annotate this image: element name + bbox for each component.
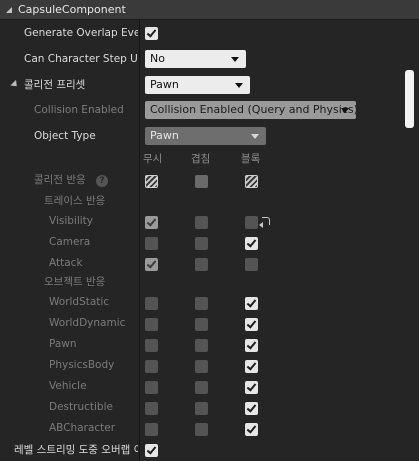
- response-block-all-checkbox[interactable]: [245, 175, 258, 188]
- can-step-up-label: Can Character Step Up: [24, 53, 138, 65]
- object-ignore-checkbox[interactable]: [145, 402, 158, 415]
- object-row: PhysicsBody: [0, 355, 400, 376]
- trace-row: Camera: [0, 232, 400, 253]
- object-ignore-checkbox[interactable]: [145, 381, 158, 394]
- object-row-label: Destructible: [49, 401, 113, 413]
- trace-row: Attack: [0, 253, 400, 274]
- object-row-label: PhysicsBody: [49, 359, 115, 371]
- column-header-overlap: 겹침: [191, 153, 211, 165]
- collision-preset-value: Pawn: [150, 78, 179, 91]
- generate-overlap-checkbox[interactable]: [145, 27, 158, 40]
- trace-response-header: 트레이스 반응: [44, 195, 106, 207]
- row-object-header: 오브젝트 반응: [0, 272, 400, 293]
- can-step-up-value: No: [150, 52, 165, 65]
- trace-block-checkbox[interactable]: [245, 216, 258, 229]
- collision-enabled-label: Collision Enabled: [34, 104, 124, 116]
- row-collision-preset: 콜리전 프리셋 Pawn: [0, 75, 400, 96]
- object-type-label: Object Type: [34, 130, 96, 142]
- collision-enabled-value: Collision Enabled (Query and Physics): [150, 103, 356, 116]
- object-block-checkbox[interactable]: [245, 402, 258, 415]
- section-header[interactable]: CapsuleComponent: [0, 0, 419, 20]
- trace-block-checkbox[interactable]: [245, 237, 258, 250]
- trace-overlap-checkbox[interactable]: [195, 237, 208, 250]
- collision-enabled-dropdown[interactable]: Collision Enabled (Query and Physics): [145, 101, 356, 119]
- object-overlap-checkbox[interactable]: [195, 381, 208, 394]
- object-block-checkbox[interactable]: [245, 423, 258, 436]
- object-type-dropdown[interactable]: Pawn: [145, 127, 266, 145]
- trace-row-label: Attack: [49, 257, 83, 269]
- object-row: WorldDynamic: [0, 313, 400, 334]
- can-step-up-dropdown[interactable]: No: [145, 50, 246, 68]
- object-ignore-checkbox[interactable]: [145, 423, 158, 436]
- object-type-value: Pawn: [150, 129, 179, 142]
- row-generate-overlap: Generate Overlap Event: [0, 23, 400, 44]
- object-response-header: 오브젝트 반응: [44, 276, 106, 288]
- row-level-streaming: 레벨 스트리밍 도중 오버랩 이벤트 생성: [0, 440, 400, 461]
- chevron-down-icon: [251, 134, 259, 139]
- row-collision-response: 콜리전 반응 ?: [0, 170, 400, 191]
- help-icon[interactable]: ?: [96, 175, 108, 187]
- trace-overlap-checkbox[interactable]: [195, 216, 208, 229]
- object-overlap-checkbox[interactable]: [195, 402, 208, 415]
- chevron-down-icon: [235, 83, 243, 88]
- row-can-step-up: Can Character Step Up No: [0, 49, 400, 70]
- trace-row-label: Visibility: [49, 215, 94, 227]
- object-row-label: Vehicle: [49, 380, 87, 392]
- object-ignore-checkbox[interactable]: [145, 297, 158, 310]
- object-overlap-checkbox[interactable]: [195, 297, 208, 310]
- trace-ignore-checkbox[interactable]: [145, 258, 158, 271]
- expand-arrow-icon[interactable]: [10, 79, 20, 90]
- chevron-down-icon: [231, 57, 239, 62]
- object-block-checkbox[interactable]: [245, 339, 258, 352]
- trace-ignore-checkbox[interactable]: [145, 216, 158, 229]
- scrollbar-thumb[interactable]: [405, 70, 414, 128]
- trace-row: Visibility: [0, 211, 400, 232]
- collision-preset-label: 콜리전 프리셋: [24, 79, 86, 91]
- column-header-block: 블록: [241, 153, 261, 165]
- object-row-label: WorldDynamic: [49, 317, 126, 329]
- object-row: Pawn: [0, 334, 400, 355]
- reset-to-default-icon[interactable]: [259, 217, 270, 228]
- object-row-label: Pawn: [49, 338, 77, 350]
- collision-preset-dropdown[interactable]: Pawn: [145, 76, 250, 94]
- object-block-checkbox[interactable]: [245, 360, 258, 373]
- object-overlap-checkbox[interactable]: [195, 339, 208, 352]
- response-overlap-all-checkbox[interactable]: [195, 175, 208, 188]
- response-ignore-all-checkbox[interactable]: [145, 175, 158, 188]
- trace-overlap-checkbox[interactable]: [195, 258, 208, 271]
- object-row: WorldStatic: [0, 292, 400, 313]
- object-overlap-checkbox[interactable]: [195, 423, 208, 436]
- chevron-down-icon: [341, 108, 349, 113]
- object-ignore-checkbox[interactable]: [145, 318, 158, 331]
- object-row-label: ABCharacter: [49, 422, 116, 434]
- object-ignore-checkbox[interactable]: [145, 339, 158, 352]
- collision-response-label: 콜리전 반응: [34, 174, 86, 186]
- scrollbar[interactable]: [400, 70, 419, 461]
- object-overlap-checkbox[interactable]: [195, 360, 208, 373]
- object-block-checkbox[interactable]: [245, 318, 258, 331]
- section-title: CapsuleComponent: [18, 3, 126, 16]
- object-row: ABCharacter: [0, 418, 400, 439]
- level-streaming-label: 레벨 스트리밍 도중 오버랩 이벤트 생성: [14, 444, 138, 456]
- object-ignore-checkbox[interactable]: [145, 360, 158, 373]
- object-block-checkbox[interactable]: [245, 381, 258, 394]
- generate-overlap-label: Generate Overlap Event: [24, 27, 138, 39]
- row-collision-enabled: Collision Enabled Collision Enabled (Que…: [0, 100, 400, 121]
- level-streaming-checkbox[interactable]: [145, 444, 158, 457]
- object-overlap-checkbox[interactable]: [195, 318, 208, 331]
- trace-block-checkbox[interactable]: [245, 258, 258, 271]
- details-panel: CapsuleComponent Generate Overlap Event …: [0, 0, 419, 461]
- row-trace-header: 트레이스 반응: [0, 191, 400, 212]
- object-row: Vehicle: [0, 376, 400, 397]
- object-row-label: WorldStatic: [49, 296, 110, 308]
- row-object-type: Object Type Pawn: [0, 126, 400, 147]
- collapse-arrow-icon[interactable]: [5, 6, 13, 14]
- object-row: Destructible: [0, 397, 400, 418]
- column-header-ignore: 무시: [143, 153, 163, 165]
- trace-ignore-checkbox[interactable]: [145, 237, 158, 250]
- object-block-checkbox[interactable]: [245, 297, 258, 310]
- trace-row-label: Camera: [49, 236, 91, 248]
